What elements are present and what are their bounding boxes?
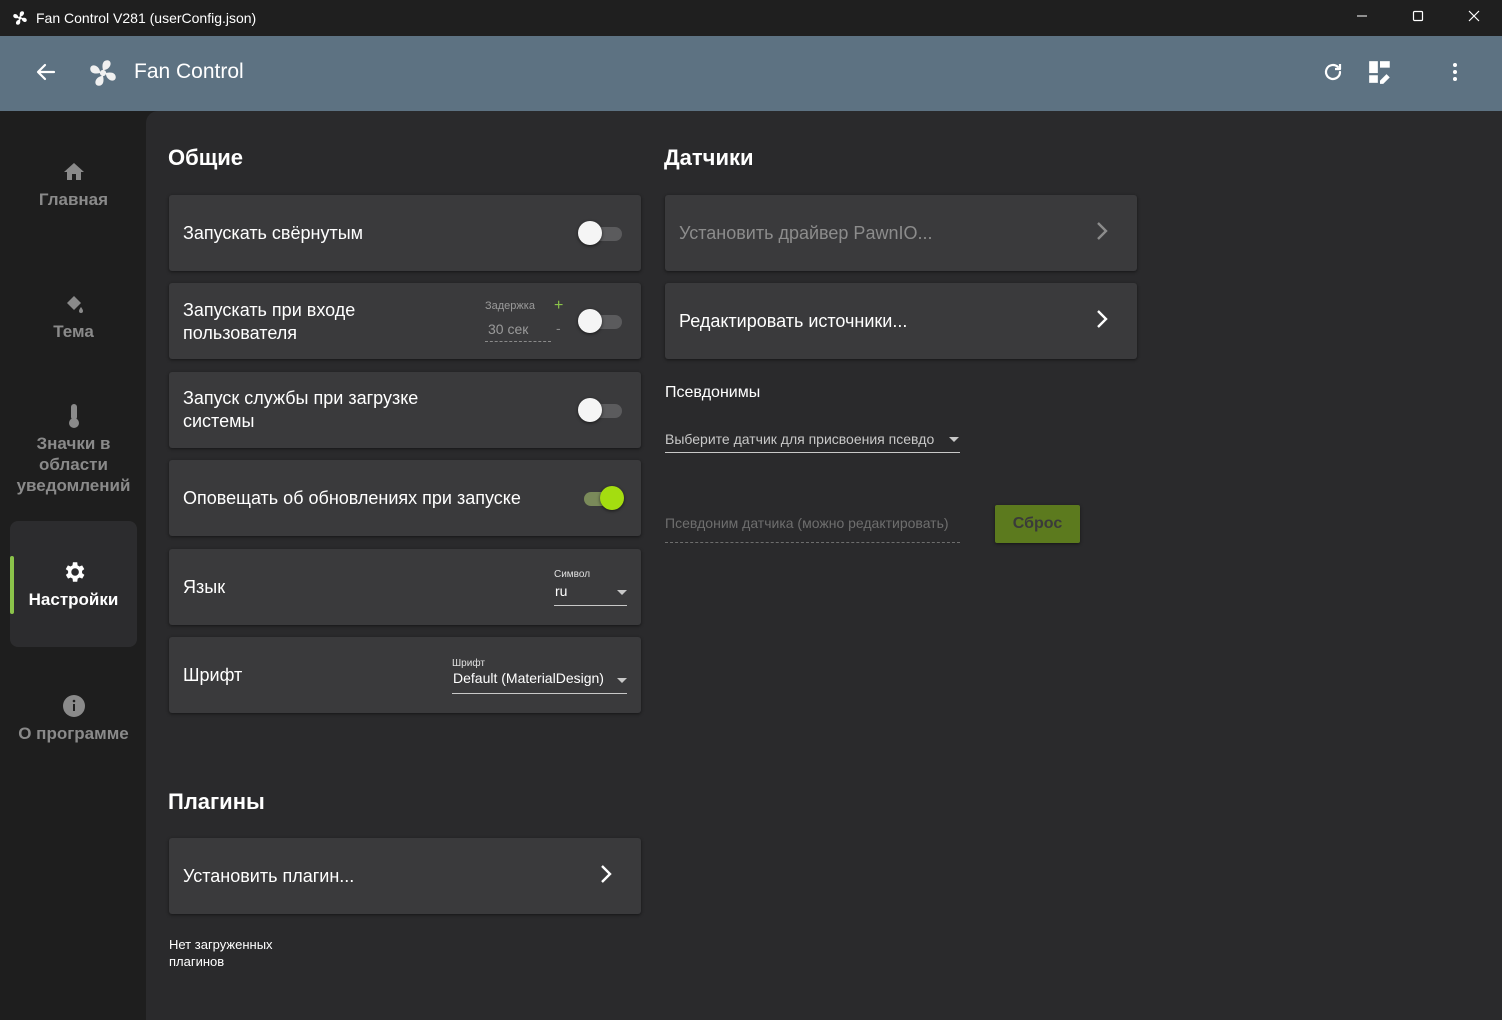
chevron-down-icon: [617, 590, 627, 595]
fan-icon: [11, 9, 29, 27]
sidebar-item-label: О программе: [18, 724, 129, 743]
close-icon: [1468, 9, 1480, 27]
more-menu-button[interactable]: [1441, 60, 1469, 88]
delay-label: Задержка: [485, 300, 535, 312]
sidebar-item-label: Настройки: [28, 589, 119, 609]
window-titlebar: Fan Control V281 (userConfig.json): [0, 0, 1502, 36]
edit-sources-label: Редактировать источники...: [679, 311, 908, 331]
dashboard-edit-icon: [1367, 59, 1393, 90]
home-icon: [61, 159, 87, 185]
start-minimized-toggle[interactable]: [578, 220, 624, 246]
chevron-right-icon: [1090, 307, 1114, 331]
back-button[interactable]: [32, 60, 60, 88]
sensors-section-title: Датчики: [664, 145, 754, 170]
aliases-title: Псевдонимы: [665, 384, 761, 401]
notify-updates-toggle[interactable]: [580, 485, 626, 511]
font-field-label: Шрифт: [452, 658, 485, 669]
language-label: Язык: [183, 577, 226, 597]
sidebar-item-label: Тема: [53, 322, 94, 341]
language-field-label: Символ: [554, 569, 591, 580]
alias-input-underline: [665, 542, 960, 543]
delay-input[interactable]: 30 сек: [488, 321, 528, 337]
install-plugin-button[interactable]: Установить плагин...: [169, 838, 641, 914]
plugins-section-title: Плагины: [168, 789, 265, 814]
edit-sources-button[interactable]: Редактировать источники...: [665, 283, 1137, 359]
notify-updates-label: Оповещать об обновлениях при запуске: [183, 488, 521, 508]
font-select-underline: [452, 693, 627, 694]
notify-updates-card: Оповещать об обновлениях при запуске: [169, 460, 641, 536]
refresh-button[interactable]: [1319, 60, 1347, 88]
language-card: Язык Символ ru: [169, 549, 641, 625]
delay-increase-button[interactable]: +: [554, 297, 563, 315]
sidebar-item-label: Значки в области уведомлений: [16, 434, 131, 495]
start-on-login-toggle[interactable]: [578, 308, 624, 334]
delay-decrease-button[interactable]: -: [556, 320, 561, 336]
language-select[interactable]: ru: [555, 583, 567, 599]
minimize-button[interactable]: [1334, 0, 1390, 36]
sensor-select-underline: [665, 452, 960, 453]
service-on-boot-toggle[interactable]: [578, 397, 624, 423]
sidebar-item-label: Главная: [38, 190, 109, 209]
settings-content: Общие Запускать свёрнутым Запускать при …: [146, 111, 1502, 1020]
sidebar-item-tray-icons[interactable]: Значки в области уведомлений: [10, 403, 137, 496]
app-title: Fan Control: [134, 60, 244, 83]
refresh-icon: [1321, 60, 1345, 89]
sidebar-item-home[interactable]: Главная: [10, 159, 137, 210]
no-plugins-text: Нет загруженных плагинов: [169, 937, 273, 969]
language-select-underline: [554, 605, 627, 606]
dashboard-edit-button[interactable]: [1366, 60, 1394, 88]
more-vertical-icon: [1443, 60, 1467, 89]
install-plugin-label: Установить плагин...: [183, 866, 355, 886]
chevron-right-icon: [594, 862, 618, 886]
maximize-button[interactable]: [1390, 0, 1446, 36]
active-indicator: [10, 556, 14, 614]
start-minimized-label: Запускать свёрнутым: [183, 223, 364, 243]
info-icon: [61, 693, 87, 719]
font-select[interactable]: Default (MaterialDesign): [453, 670, 604, 686]
delay-input-underline: [485, 341, 551, 342]
chevron-down-icon: [617, 678, 627, 683]
sidebar-item-about[interactable]: О программе: [10, 693, 137, 744]
install-driver-label: Установить драйвер PawnIO...: [679, 223, 933, 243]
close-button[interactable]: [1446, 0, 1502, 36]
arrow-left-icon: [34, 60, 58, 89]
reset-button[interactable]: Сброс: [995, 505, 1080, 543]
fan-icon: [86, 56, 120, 90]
app-header: Fan Control: [0, 36, 1502, 111]
sidebar-item-theme[interactable]: Тема: [10, 291, 137, 342]
service-on-boot-label: Запуск службы при загрузке системы: [183, 388, 419, 431]
start-on-login-label: Запускать при входе пользователя: [183, 300, 356, 343]
paint-bucket-icon: [61, 291, 87, 317]
font-label: Шрифт: [183, 665, 243, 685]
gear-icon: [61, 559, 87, 585]
start-minimized-card: Запускать свёрнутым: [169, 195, 641, 271]
alias-input[interactable]: Псевдоним датчика (можно редактировать): [665, 515, 961, 531]
maximize-icon: [1412, 9, 1424, 27]
thermometer-icon: [61, 403, 87, 429]
service-on-boot-card: Запуск службы при загрузке системы: [169, 372, 641, 448]
sidebar: Главная Тема Значки в области уведомлени…: [0, 111, 146, 1020]
minimize-icon: [1356, 9, 1368, 27]
install-driver-button[interactable]: Установить драйвер PawnIO...: [665, 195, 1137, 271]
chevron-down-icon: [949, 437, 959, 442]
start-on-login-card: Запускать при входе пользователя Задержк…: [169, 283, 641, 359]
font-card: Шрифт Шрифт Default (MaterialDesign): [169, 637, 641, 713]
chevron-right-icon: [1090, 219, 1114, 243]
sensor-select[interactable]: Выберите датчик для присвоения псевдо: [665, 431, 941, 447]
window-title: Fan Control V281 (userConfig.json): [36, 10, 257, 26]
general-section-title: Общие: [168, 145, 244, 170]
sidebar-item-settings[interactable]: Настройки: [10, 521, 137, 647]
